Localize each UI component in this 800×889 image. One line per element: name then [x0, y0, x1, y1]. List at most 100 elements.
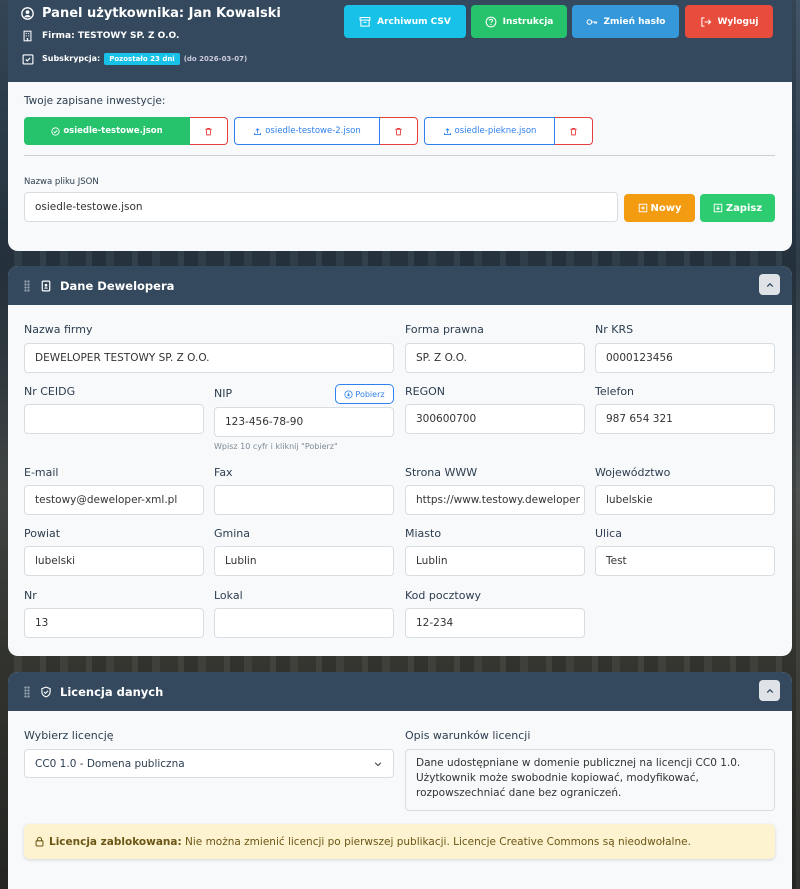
city-input[interactable]: Lublin	[405, 546, 585, 576]
ceidg-input[interactable]	[24, 404, 204, 434]
investments-card: Twoje zapisane inwestycje: osiedle-testo…	[8, 82, 792, 251]
apartment-input[interactable]	[214, 608, 394, 638]
calendar-check-icon	[21, 52, 34, 65]
subscription-row: Subskrypcja: Pozostało 23 dni (do 2026-0…	[21, 52, 247, 65]
nip-input[interactable]: 123-456-78-90	[214, 407, 394, 437]
developer-section-title: Dane Dewelopera	[60, 278, 175, 293]
krs-input[interactable]: 0000123456	[595, 343, 775, 373]
license-select[interactable]: CC0 1.0 - Domena publiczna	[24, 749, 394, 778]
investment-files-list: osiedle-testowe.json osiedle-testowe-2.j…	[24, 117, 593, 145]
collapse-button[interactable]	[759, 274, 780, 295]
phone-input[interactable]: 987 654 321	[595, 404, 775, 434]
number-label: Nr	[24, 589, 37, 602]
county-label: Powiat	[24, 527, 61, 540]
firm-row: Firma: TESTOWY SP. Z O.O.	[21, 29, 179, 42]
change-password-button[interactable]: Zmień hasło	[572, 5, 679, 38]
license-select-label: Wybierz licencję	[24, 729, 114, 742]
question-circle-icon	[485, 16, 497, 27]
nip-hint: Wpisz 10 cyfr i kliknij "Pobierz"	[214, 442, 338, 451]
cloud-download-icon	[344, 389, 353, 399]
plus-square-icon	[638, 203, 647, 213]
divider	[24, 155, 775, 156]
logout-icon	[700, 16, 711, 27]
license-select-value: CC0 1.0 - Domena publiczna	[35, 757, 185, 770]
delete-file-button[interactable]	[380, 117, 418, 145]
firm-label: Firma:	[42, 30, 75, 41]
check-circle-icon	[51, 126, 60, 136]
save-button-label: Zapisz	[725, 202, 763, 214]
nip-label: NIP	[214, 387, 233, 400]
voivodeship-label: Województwo	[595, 466, 671, 479]
krs-label: Nr KRS	[595, 323, 634, 336]
drag-handle-icon[interactable]	[24, 279, 30, 292]
page-title: Panel użytkownika: Jan Kowalski	[42, 6, 281, 21]
trash-icon	[570, 127, 577, 135]
developer-section-header: Dane Dewelopera	[8, 266, 792, 305]
license-locked-alert: Licencja zablokowana: Nie można zmienić …	[24, 824, 775, 859]
key-icon	[586, 18, 597, 25]
file-item: osiedle-testowe-2.json	[234, 117, 418, 145]
file-name: osiedle-piekne.json	[454, 126, 537, 136]
file-name: osiedle-testowe.json	[63, 126, 163, 136]
shield-check-icon	[40, 686, 52, 698]
license-section: Licencja danych Wybierz licencję CC0 1.0…	[8, 672, 792, 889]
commune-label: Gmina	[214, 527, 251, 540]
county-input[interactable]: lubelski	[24, 546, 204, 576]
chevron-up-icon	[766, 688, 773, 693]
logout-button[interactable]: Wyloguj	[685, 5, 773, 38]
collapse-button[interactable]	[759, 680, 780, 701]
filename-input[interactable]: osiedle-testowe.json	[24, 192, 618, 222]
developer-section: Dane Dewelopera Nazwa firmy DEWELOPER TE…	[8, 266, 792, 656]
file-button[interactable]: osiedle-testowe-2.json	[234, 117, 380, 145]
user-header: Panel użytkownika: Jan Kowalski Firma: T…	[8, 0, 792, 82]
upload-icon	[254, 127, 262, 135]
file-name: osiedle-testowe-2.json	[265, 126, 361, 136]
alert-text: Nie można zmienić licencji po pierwszej …	[181, 835, 691, 848]
license-terms-textarea[interactable]: Dane udostępniane w domenie publicznej n…	[405, 749, 775, 811]
city-label: Miasto	[405, 527, 442, 540]
user-circle-icon	[21, 7, 34, 20]
delete-file-button[interactable]	[190, 117, 228, 145]
alert-bold-text: Licencja zablokowana:	[49, 835, 182, 848]
subscription-until: (do 2026-03-07)	[183, 54, 248, 63]
archive-csv-button[interactable]: Archiwum CSV	[344, 5, 466, 38]
apartment-label: Lokal	[214, 589, 243, 602]
instructions-label: Instrukcja	[502, 16, 554, 27]
email-label: E-mail	[24, 466, 59, 479]
legal-form-label: Forma prawna	[405, 323, 484, 336]
company-name-input[interactable]: DEWELOPER TESTOWY SP. Z O.O.	[24, 343, 394, 373]
firm-value: TESTOWY SP. Z O.O.	[77, 30, 180, 41]
fetch-nip-button[interactable]: Pobierz	[335, 384, 394, 404]
regon-label: REGON	[405, 385, 446, 398]
street-label: Ulica	[595, 527, 622, 540]
commune-input[interactable]: Lublin	[214, 546, 394, 576]
chevron-up-icon	[766, 282, 773, 287]
logout-label: Wyloguj	[717, 16, 759, 27]
number-input[interactable]: 13	[24, 608, 204, 638]
archive-csv-label: Archiwum CSV	[377, 16, 451, 27]
file-button-active[interactable]: osiedle-testowe.json	[24, 117, 190, 145]
delete-file-button[interactable]	[555, 117, 593, 145]
investments-label: Twoje zapisane inwestycje:	[24, 95, 166, 107]
email-input[interactable]: testowy@deweloper-xml.pl	[24, 485, 204, 515]
license-section-header: Licencja danych	[8, 672, 792, 711]
street-input[interactable]: Test	[595, 546, 775, 576]
upload-icon	[443, 127, 451, 135]
voivodeship-input[interactable]: lubelskie	[595, 485, 775, 515]
instructions-button[interactable]: Instrukcja	[471, 5, 567, 38]
save-button[interactable]: Zapisz	[700, 194, 775, 222]
download-icon	[713, 203, 723, 213]
chevron-down-icon	[374, 761, 382, 766]
change-password-label: Zmień hasło	[603, 16, 666, 27]
legal-form-input[interactable]: SP. Z O.O.	[405, 343, 585, 373]
filename-label: Nazwa pliku JSON	[24, 177, 99, 187]
fax-input[interactable]	[214, 485, 394, 515]
www-input[interactable]: https://www.testowy.deweloper	[405, 485, 585, 515]
postal-code-input[interactable]: 12-234	[405, 608, 585, 638]
regon-input[interactable]: 300600700	[405, 404, 585, 434]
license-section-title: Licencja danych	[60, 684, 164, 699]
new-button[interactable]: Nowy	[624, 194, 695, 222]
file-button[interactable]: osiedle-piekne.json	[424, 117, 555, 145]
drag-handle-icon[interactable]	[24, 685, 30, 698]
phone-label: Telefon	[595, 385, 635, 398]
